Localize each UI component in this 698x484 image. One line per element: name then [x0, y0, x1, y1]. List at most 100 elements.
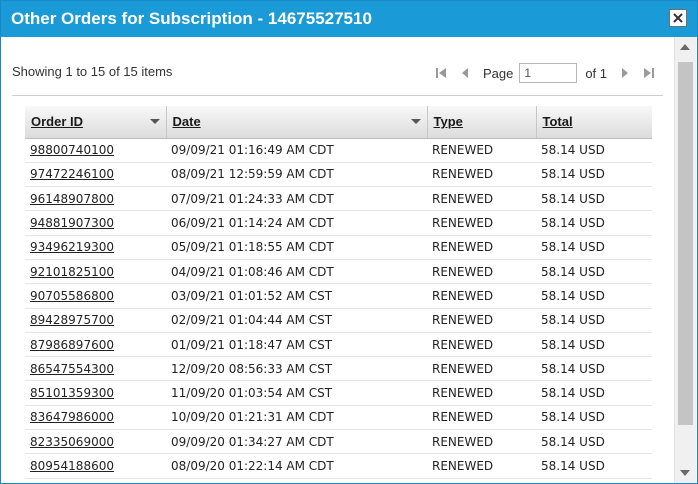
first-page-icon: [435, 68, 446, 78]
date-cell: 06/09/21 01:14:24 AM CDT: [166, 210, 427, 236]
order-id-link[interactable]: 86547554300: [30, 362, 114, 376]
date-cell: 11/09/20 01:03:54 AM CST: [166, 380, 427, 406]
last-page-icon: [644, 68, 654, 78]
total-cell: 58.14 USD: [536, 186, 652, 212]
table-row: 83647986000 10/09/20 01:21:31 AM CDT RENEW…: [25, 405, 652, 431]
type-cell: RENEWED: [427, 429, 536, 455]
type-cell: RENEWED: [427, 259, 536, 285]
order-id-link[interactable]: 92101825100: [30, 265, 114, 279]
date-cell: 04/09/21 01:08:46 AM CDT: [166, 259, 427, 285]
close-icon: [673, 13, 683, 23]
vertical-scrollbar[interactable]: [674, 37, 696, 483]
last-page-button[interactable]: [639, 63, 659, 83]
order-id-cell: 89428975700: [25, 308, 166, 333]
total-cell: 58.14 USD: [536, 162, 652, 188]
column-menu-icon[interactable]: [149, 119, 160, 124]
order-id-cell: 93496219300: [25, 235, 166, 260]
order-id-link[interactable]: 90705586800: [30, 289, 114, 303]
first-page-button[interactable]: [431, 63, 451, 83]
column-header-date[interactable]: Date: [166, 106, 428, 139]
table-row: 97472246100 08/09/21 12:59:59 AM CDT RENEW…: [25, 162, 652, 188]
column-header-total[interactable]: Total: [536, 106, 652, 139]
orders-table: Order ID Date Type Total 9880074010009/: [25, 106, 652, 479]
order-id-link[interactable]: 97472246100: [30, 167, 114, 181]
date-cell: 10/09/20 01:21:31 AM CDT: [166, 405, 427, 431]
table-row: 85101359300 11/09/20 01:03:54 AM CST RENEW…: [25, 380, 652, 406]
order-id-cell: 85101359300: [25, 380, 166, 406]
dialog-titlebar: Other Orders for Subscription - 14675527…: [1, 1, 697, 37]
total-cell: 58.14 USD: [536, 259, 652, 285]
table-row: 89428975700 02/09/21 01:04:44 AM CST RENEW…: [25, 308, 652, 333]
next-page-icon: [622, 68, 628, 78]
order-id-cell: 92101825100: [25, 259, 166, 285]
order-id-cell: 90705586800: [25, 283, 166, 309]
order-id-cell: 97472246100: [25, 162, 166, 188]
type-cell: RENEWED: [427, 405, 536, 431]
order-id-cell: 96148907800: [25, 186, 166, 212]
order-id-cell: 82335069000: [25, 429, 166, 455]
date-cell: 03/09/21 01:01:52 AM CST: [166, 283, 427, 309]
dialog-content: Showing 1 to 15 of 15 items Page of 1: [1, 37, 675, 483]
scroll-up-icon[interactable]: [680, 44, 690, 50]
total-cell: 58.14 USD: [536, 405, 652, 431]
table-row: 92101825100 04/09/21 01:08:46 AM CDT RENEW…: [25, 259, 652, 285]
type-cell: RENEWED: [427, 138, 536, 163]
total-cell: 58.14 USD: [536, 235, 652, 260]
type-cell: RENEWED: [427, 308, 536, 333]
table-row: 94881907300 06/09/21 01:14:24 AM CDT RENEW…: [25, 210, 652, 236]
type-cell: RENEWED: [427, 186, 536, 212]
type-cell: RENEWED: [427, 453, 536, 479]
prev-page-button[interactable]: [455, 63, 475, 83]
type-cell: RENEWED: [427, 356, 536, 382]
scroll-thumb[interactable]: [678, 62, 693, 425]
type-cell: RENEWED: [427, 162, 536, 188]
order-id-link[interactable]: 93496219300: [30, 240, 114, 254]
column-header-order-id[interactable]: Order ID: [25, 106, 167, 139]
order-id-link[interactable]: 89428975700: [30, 313, 114, 327]
order-id-link[interactable]: 80954188600: [30, 459, 114, 473]
date-cell: 02/09/21 01:04:44 AM CST: [166, 308, 427, 333]
date-cell: 09/09/21 01:16:49 AM CDT: [166, 138, 427, 163]
table-row: 82335069000 09/09/20 01:34:27 AM CDT RENEW…: [25, 429, 652, 455]
divider: [12, 95, 663, 96]
table-header-row: Order ID Date Type Total: [25, 106, 652, 139]
order-id-link[interactable]: 83647986000: [30, 410, 114, 424]
close-button[interactable]: [669, 9, 687, 27]
pager: Page of 1: [429, 62, 661, 84]
prev-page-icon: [461, 68, 468, 78]
table-row: 87986897600 01/09/21 01:18:47 AM CST RENEW…: [25, 332, 652, 358]
order-id-link[interactable]: 98800740100: [30, 143, 114, 157]
order-id-cell: 94881907300: [25, 210, 166, 236]
total-cell: 58.14 USD: [536, 210, 652, 236]
table-row: 80954188600 08/09/20 01:22:14 AM CDT RENEW…: [25, 453, 652, 479]
date-cell: 08/09/20 01:22:14 AM CDT: [166, 453, 427, 479]
order-id-link[interactable]: 87986897600: [30, 338, 114, 352]
showing-count: Showing 1 to 15 of 15 items: [12, 64, 173, 79]
table-row: 98800740100 09/09/21 01:16:49 AM CDT RENEW…: [25, 138, 652, 163]
table-body: 98800740100 09/09/21 01:16:49 AM CDT RENEW…: [25, 138, 652, 479]
date-cell: 05/09/21 01:18:55 AM CDT: [166, 235, 427, 260]
total-cell: 58.14 USD: [536, 138, 652, 163]
order-id-link[interactable]: 96148907800: [30, 192, 114, 206]
page-label: Page: [482, 65, 514, 81]
order-id-link[interactable]: 85101359300: [30, 386, 114, 400]
date-cell: 09/09/20 01:34:27 AM CDT: [166, 429, 427, 455]
date-cell: 08/09/21 12:59:59 AM CDT: [166, 162, 427, 188]
type-cell: RENEWED: [427, 380, 536, 406]
table-row: 96148907800 07/09/21 01:24:33 AM CDT RENEW…: [25, 186, 652, 212]
total-cell: 58.14 USD: [536, 453, 652, 479]
column-header-type[interactable]: Type: [427, 106, 537, 139]
order-id-link[interactable]: 82335069000: [30, 435, 114, 449]
next-page-button[interactable]: [615, 63, 635, 83]
orders-dialog: Other Orders for Subscription - 14675527…: [0, 0, 698, 484]
date-cell: 12/09/20 08:56:33 AM CST: [166, 356, 427, 382]
type-cell: RENEWED: [427, 210, 536, 236]
order-id-cell: 86547554300: [25, 356, 166, 382]
total-cell: 58.14 USD: [536, 380, 652, 406]
scroll-down-icon[interactable]: [680, 470, 690, 476]
page-number-input[interactable]: [519, 63, 578, 83]
order-id-link[interactable]: 94881907300: [30, 216, 114, 230]
order-id-cell: 98800740100: [25, 138, 166, 163]
date-cell: 01/09/21 01:18:47 AM CST: [166, 332, 427, 358]
column-menu-icon[interactable]: [410, 119, 421, 124]
